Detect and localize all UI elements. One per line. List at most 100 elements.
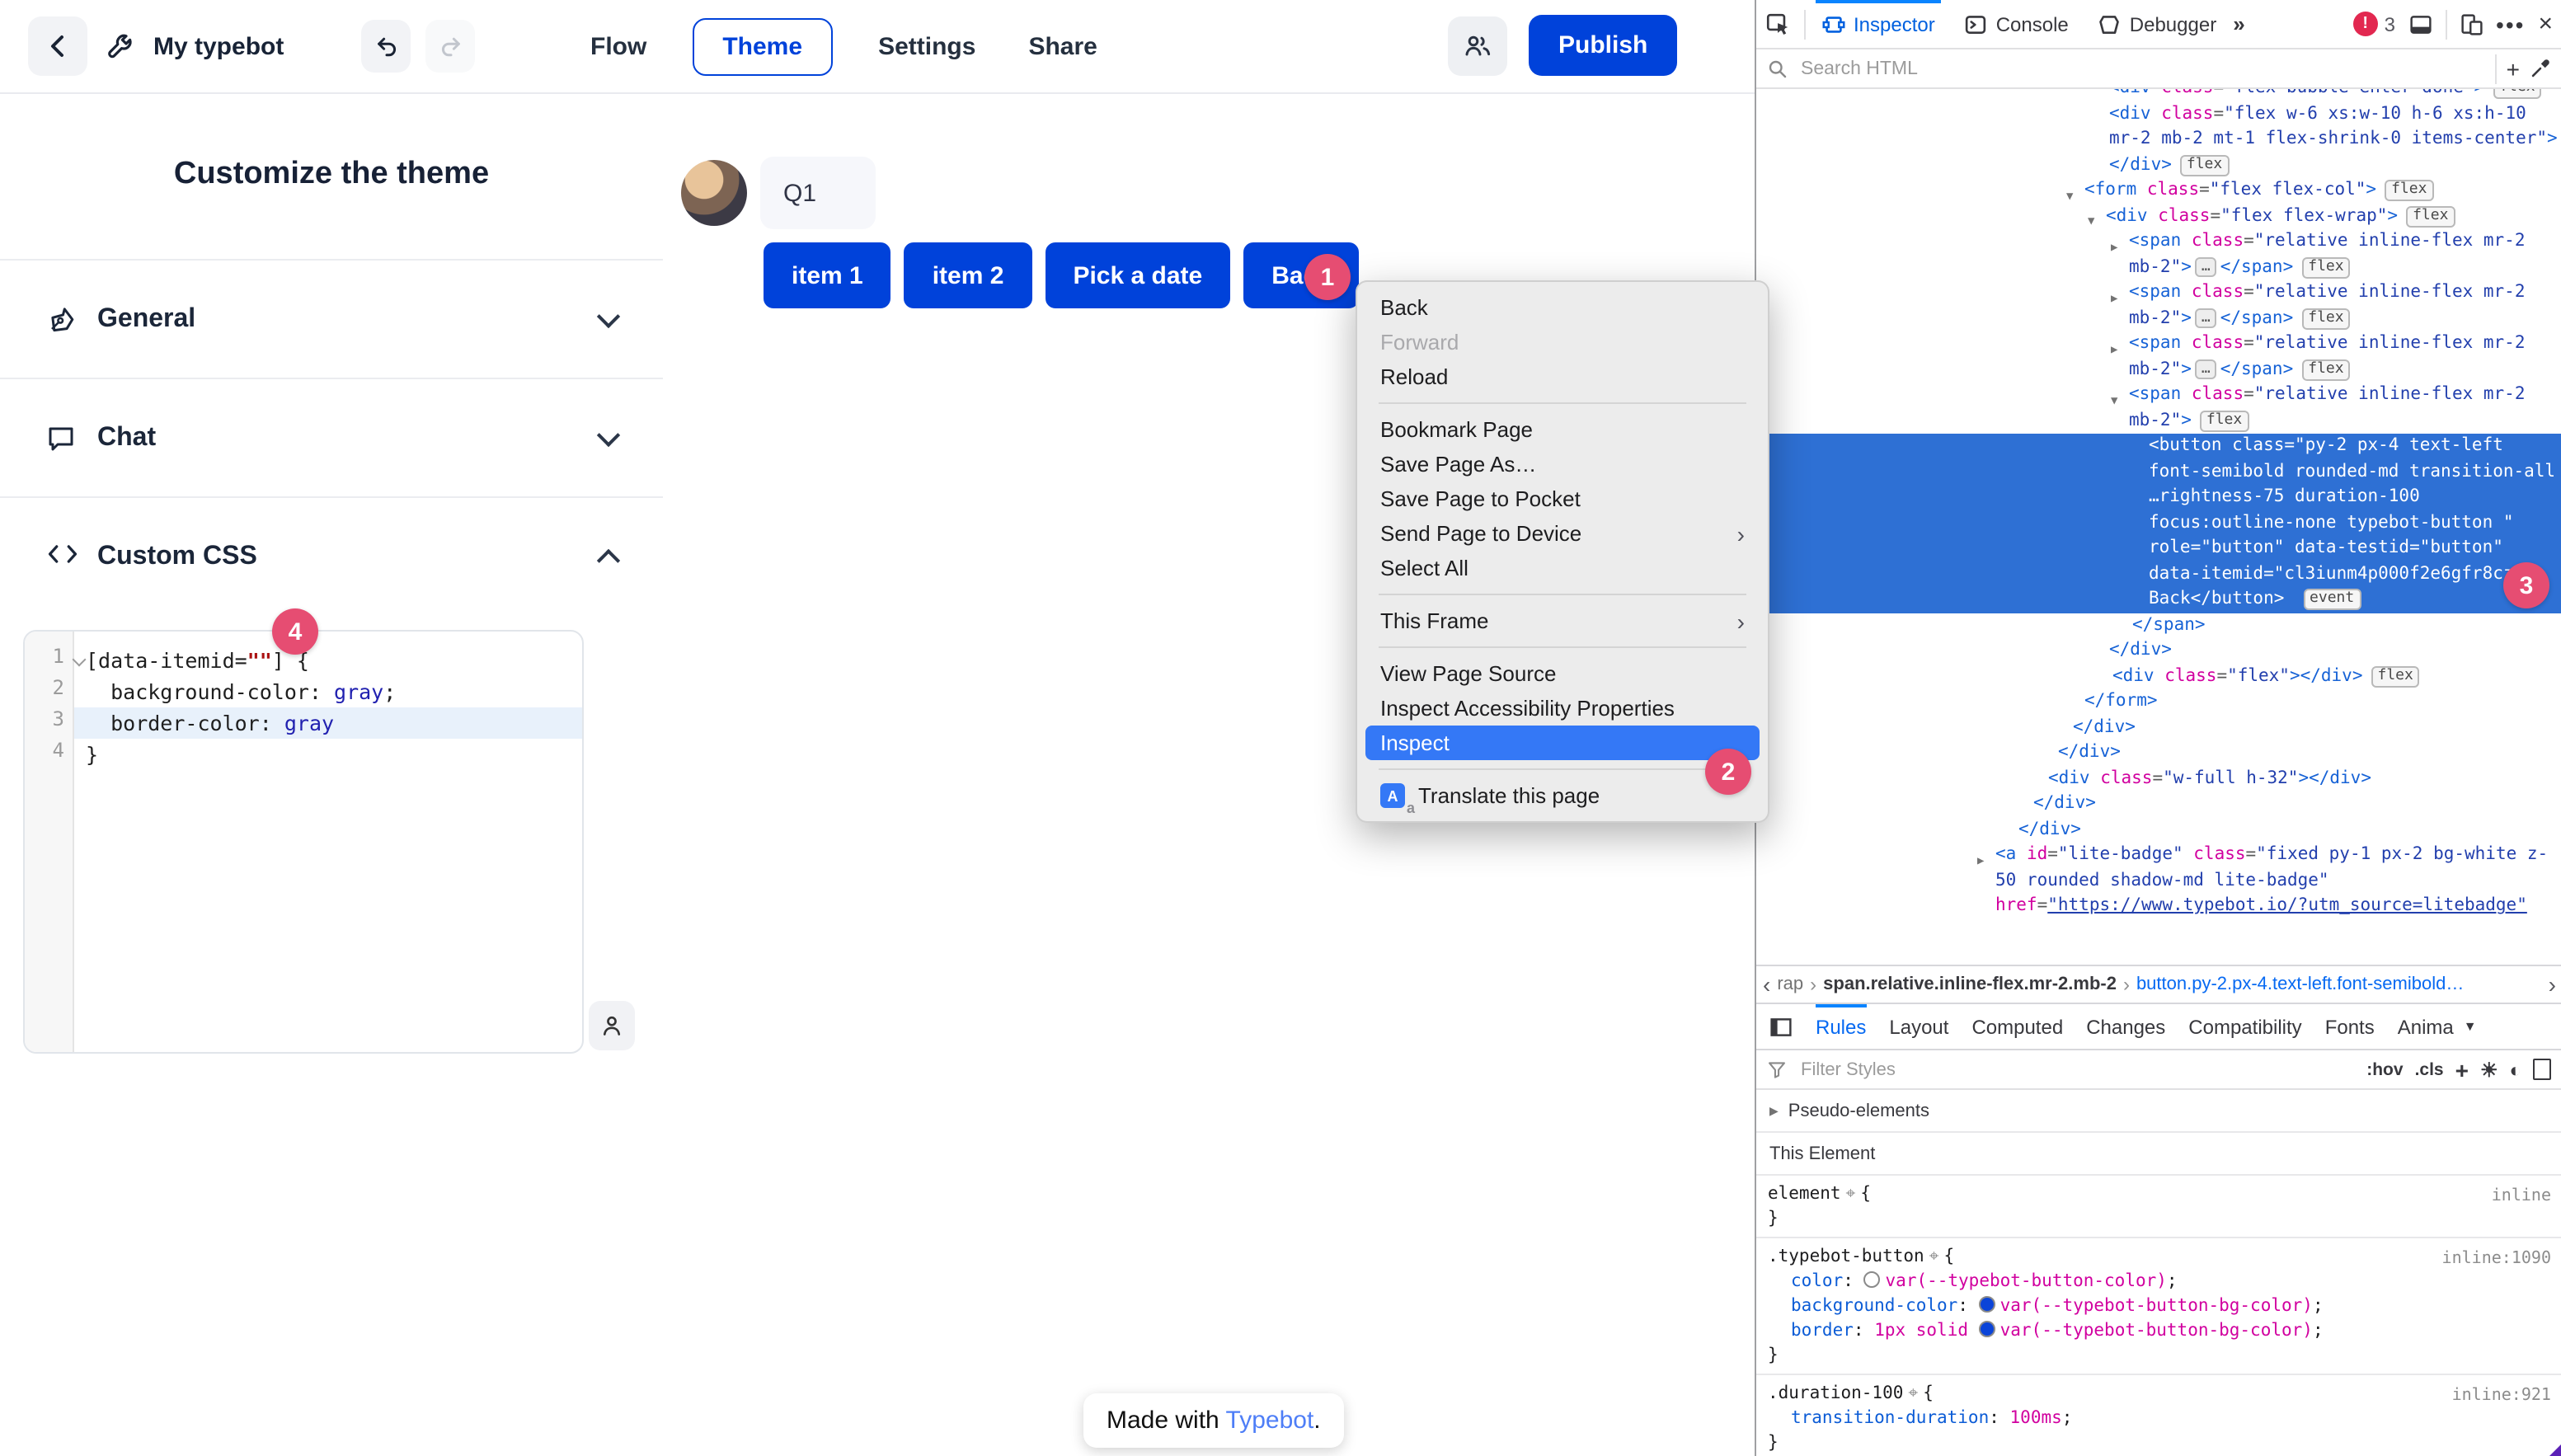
menu-item-forward[interactable]: Forward — [1365, 325, 1760, 359]
toggle-pseudo-classes-button[interactable]: :hov — [2366, 1059, 2403, 1079]
selector-highlighter-icon[interactable]: ⌖ — [1846, 1184, 1856, 1204]
breadcrumb-scroll-right-icon[interactable]: › — [2549, 971, 2556, 998]
nav-tab-flow[interactable]: Flow — [584, 17, 653, 75]
selector-highlighter-icon[interactable]: ⌖ — [1929, 1247, 1939, 1266]
dom-tree-node[interactable]: </span> — [1756, 613, 2561, 638]
menu-item-select-all[interactable]: Select All — [1365, 551, 1760, 585]
css-property[interactable]: transition-duration: 100ms; — [1768, 1407, 2551, 1431]
dom-tree-node[interactable]: ▶<span class="relative inline-flex mr-2 … — [1756, 229, 2561, 280]
dom-tree-node[interactable]: ▼<span class="relative inline-flex mr-2 … — [1756, 383, 2561, 434]
css-property[interactable]: border: 1px solid var(--typebot-button-b… — [1768, 1319, 2551, 1344]
color-swatch[interactable] — [1979, 1296, 1995, 1313]
expand-arrow-icon[interactable]: ▶ — [2111, 337, 2117, 363]
panel-tab-rules[interactable]: Rules — [1816, 1004, 1866, 1049]
panel-toggle-icon[interactable] — [1769, 1015, 1793, 1038]
dom-tree-node[interactable]: ▼<div class="flex flex-wrap">flex — [1756, 204, 2561, 229]
collapse-arrow-icon[interactable]: ▼ — [2111, 388, 2117, 414]
publish-button[interactable]: Publish — [1529, 15, 1677, 76]
dom-badge[interactable]: flex — [2180, 154, 2229, 176]
code-line[interactable]: } — [74, 739, 582, 770]
nav-tab-settings[interactable]: Settings — [872, 17, 982, 75]
eyedropper-icon[interactable] — [2530, 58, 2551, 79]
dom-badge[interactable]: flex — [2301, 256, 2350, 278]
dom-badge[interactable]: flex — [2301, 359, 2350, 380]
sidebar-section-custom-css[interactable]: Custom CSS — [0, 496, 663, 615]
preview-user-button[interactable] — [589, 1001, 635, 1050]
breadcrumb-item[interactable]: span.relative.inline-flex.mr-2.mb-2 — [1823, 975, 2117, 994]
panel-tab-anima[interactable]: Anima — [2398, 1004, 2454, 1049]
menu-item-save-page-to-pocket[interactable]: Save Page to Pocket — [1365, 481, 1760, 516]
dom-tree-node[interactable]: <div class="flex"></div>flex — [1756, 664, 2561, 689]
menu-item-reload[interactable]: Reload — [1365, 359, 1760, 394]
menu-item-inspect[interactable]: Inspect — [1365, 726, 1760, 760]
css-rule-selector[interactable]: .typebot-button⌖{inline:1090 — [1768, 1245, 2551, 1270]
devtools-tab-console[interactable]: Console — [1962, 0, 2072, 48]
panel-tab-compatibility[interactable]: Compatibility — [2188, 1004, 2301, 1049]
breadcrumb-item[interactable]: rap — [1777, 975, 1803, 994]
choice-button-item-1[interactable]: item 1 — [764, 242, 891, 308]
code-line[interactable]: background-color: gray; — [74, 676, 582, 707]
meatball-menu-icon[interactable]: ••• — [2496, 11, 2525, 37]
pseudo-elements-row[interactable]: ▶ Pseudo-elements — [1756, 1090, 2561, 1133]
choice-button-pick-a-date[interactable]: Pick a date — [1045, 242, 1230, 308]
devtools-tab-debugger[interactable]: Debugger — [2095, 0, 2220, 48]
responsive-mode-icon[interactable] — [2460, 12, 2483, 35]
dom-tree-node[interactable]: <div class="flex w-6 xs:w-10 h-6 xs:h-10… — [1756, 101, 2561, 178]
dom-tree-node[interactable]: </div> — [1756, 740, 2561, 766]
dom-badge[interactable]: event — [2303, 589, 2361, 610]
breadcrumb-scroll-left-icon[interactable]: ‹ — [1763, 971, 1770, 998]
dom-badge[interactable]: flex — [2200, 410, 2249, 431]
dom-tree-node[interactable]: <div class="w-full h-32"></div> — [1756, 766, 2561, 791]
dom-tree-node[interactable]: ▶<span class="relative inline-flex mr-2 … — [1756, 280, 2561, 331]
css-property[interactable]: background-color: var(--typebot-button-b… — [1768, 1294, 2551, 1319]
dom-tree-node[interactable]: </div> — [1756, 638, 2561, 664]
color-swatch[interactable] — [1979, 1321, 1995, 1337]
dom-badge[interactable]: flex — [2371, 665, 2420, 687]
back-button[interactable] — [28, 16, 87, 76]
css-rule-selector[interactable]: element⌖{inline — [1768, 1182, 2551, 1207]
menu-item-view-page-source[interactable]: View Page Source — [1365, 656, 1760, 691]
collapsed-content-icon[interactable]: … — [2195, 256, 2217, 276]
panel-tab-dropdown-icon[interactable]: ▼ — [2464, 1019, 2477, 1034]
expand-arrow-icon[interactable]: ▶ — [2111, 235, 2117, 261]
dom-badge[interactable]: flex — [2301, 308, 2350, 329]
collapsed-content-icon[interactable]: … — [2195, 308, 2217, 327]
dom-tree-node[interactable]: ▶<a id="lite-badge" class="fixed py-1 px… — [1756, 843, 2561, 919]
dom-tree-node[interactable]: </div> — [1756, 715, 2561, 740]
dom-tree-node[interactable]: </div> — [1756, 817, 2561, 843]
dom-tree-node[interactable]: <button class="py-2 px-4 text-left font-… — [1756, 434, 2561, 613]
menu-item-back[interactable]: Back — [1365, 290, 1760, 325]
css-rule-selector[interactable]: .duration-100⌖{inline:921 — [1768, 1382, 2551, 1407]
bot-title[interactable]: My typebot — [153, 32, 284, 60]
dom-tree[interactable]: <div class="flex bubble enter-done">flex… — [1756, 89, 2561, 965]
menu-item-bookmark-page[interactable]: Bookmark Page — [1365, 412, 1760, 447]
dom-tree-node[interactable]: </form> — [1756, 689, 2561, 715]
breadcrumb-item[interactable]: button.py-2.px-4.text-left.font-semibold… — [2136, 975, 2464, 994]
split-console-icon[interactable] — [2408, 12, 2432, 35]
choice-button-item-2[interactable]: item 2 — [905, 242, 1032, 308]
redo-button[interactable] — [425, 20, 475, 73]
stylesheet-ref[interactable]: inline:921 — [2452, 1383, 2551, 1408]
menu-item-inspect-accessibility-properties[interactable]: Inspect Accessibility Properties — [1365, 691, 1760, 726]
filter-styles-input[interactable] — [1797, 1058, 2355, 1081]
selector-highlighter-icon[interactable]: ⌖ — [1908, 1383, 1918, 1403]
add-node-icon[interactable]: + — [2507, 55, 2520, 82]
typebot-link[interactable]: Typebot — [1226, 1407, 1314, 1435]
collaborators-button[interactable] — [1448, 16, 1507, 75]
light-scheme-icon[interactable]: ☀ — [2480, 1058, 2498, 1081]
sidebar-section-chat[interactable]: Chat — [0, 378, 663, 496]
expand-arrow-icon[interactable]: ▶ — [2111, 286, 2117, 312]
nav-tab-share[interactable]: Share — [1022, 17, 1103, 75]
dom-tree-node[interactable]: </div> — [1756, 791, 2561, 817]
editor-code[interactable]: [data-itemid=""] { background-color: gra… — [74, 632, 582, 1052]
panel-tab-computed[interactable]: Computed — [1971, 1004, 2063, 1049]
menu-item-this-frame[interactable]: This Frame› — [1365, 604, 1760, 638]
made-with-badge[interactable]: Made with Typebot. — [1083, 1393, 1344, 1448]
color-swatch[interactable] — [1864, 1271, 1881, 1288]
undo-button[interactable] — [361, 20, 411, 73]
menu-item-save-page-as[interactable]: Save Page As… — [1365, 447, 1760, 481]
expand-arrow-icon[interactable]: ▶ — [1977, 848, 1984, 874]
panel-tab-changes[interactable]: Changes — [2086, 1004, 2165, 1049]
dom-tree-node[interactable]: <div class="flex bubble enter-done">flex — [1756, 89, 2561, 101]
devtools-tab-inspector[interactable]: Inspector — [1819, 0, 1938, 48]
